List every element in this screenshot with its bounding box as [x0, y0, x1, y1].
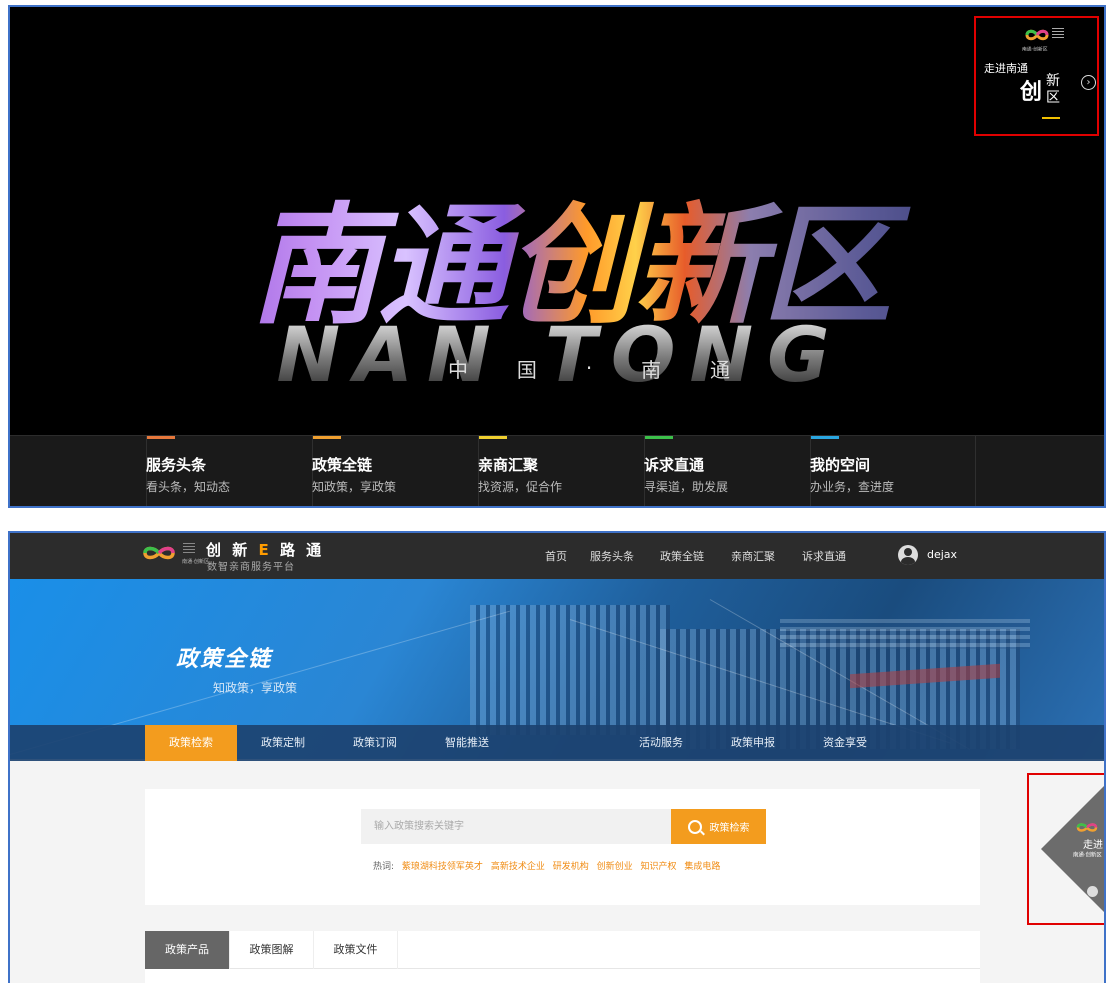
- brand-prefix: 创 新: [206, 541, 251, 559]
- nav-item-title: 政策全链: [312, 456, 373, 474]
- nav-accent-line: [811, 436, 839, 439]
- nav-item-subtitle: 寻渠道，助发展: [644, 480, 729, 494]
- tab-funding[interactable]: 资金享受: [799, 725, 891, 761]
- side-widget-subtitle: 南通·创新区: [1073, 851, 1102, 859]
- hot-words-label: 热词:: [373, 862, 395, 872]
- widget-logo-text: 南通·创新区: [1022, 46, 1048, 53]
- widget-underline: [1042, 117, 1060, 119]
- policy-search-button[interactable]: 政策检索: [671, 809, 766, 844]
- tab-policy-customize[interactable]: 政策定制: [237, 725, 329, 761]
- widget-big-char: 创: [1020, 80, 1043, 105]
- enter-innovation-zone-widget[interactable]: 南通·创新区 走进南通 创 新区 ›: [974, 16, 1099, 136]
- nav-item-title: 服务头条: [146, 456, 207, 474]
- search-icon: [687, 819, 702, 834]
- hero-cn-char: 中: [448, 357, 470, 382]
- tab-policy-products[interactable]: 政策产品: [145, 931, 230, 969]
- tab-policy-subscribe[interactable]: 政策订阅: [329, 725, 421, 761]
- user-name[interactable]: dejax: [927, 548, 957, 561]
- nav-item-title: 亲商汇聚: [478, 456, 539, 474]
- hero-cn-char: 南: [641, 357, 664, 382]
- logo-lines-icon: [183, 543, 195, 553]
- nav-item-title: 我的空间: [810, 456, 871, 474]
- nav-item-my-space[interactable]: 我的空间 办业务，查进度: [810, 436, 976, 506]
- infinity-logo-icon[interactable]: [141, 544, 177, 562]
- nav-accent-line: [645, 436, 673, 439]
- hot-words: 热词: 紫琅湖科技领军英才 高新技术企业 研发机构 创新创业 知识产权 集成电路: [373, 859, 720, 872]
- hot-word-link[interactable]: 知识产权: [640, 862, 676, 872]
- brand-suffix: 路 通: [279, 541, 325, 559]
- nav-accent-line: [147, 436, 175, 439]
- brand-e: E: [258, 541, 272, 559]
- topnav-home[interactable]: 首页: [545, 548, 567, 564]
- topnav-service-headlines[interactable]: 服务头条: [590, 548, 634, 564]
- chevron-right-icon[interactable]: ›: [1081, 75, 1096, 90]
- nav-item-subtitle: 找资源，促合作: [478, 480, 563, 494]
- tab-policy-files[interactable]: 政策文件: [314, 931, 398, 969]
- policy-page-panel: 南通·创新区 创 新 E 路 通 数智亲商服务平台 首页 服务头条 政策全链 亲…: [8, 531, 1106, 983]
- hot-word-link[interactable]: 创新创业: [597, 862, 633, 872]
- hot-word-link[interactable]: 紫琅湖科技领军英才: [402, 862, 483, 872]
- nav-item-business-gathering[interactable]: 亲商汇聚 找资源，促合作: [478, 436, 644, 506]
- nav-accent-line: [313, 436, 341, 439]
- nav-item-title: 诉求直通: [644, 456, 705, 474]
- policy-documents-card: 政策产品 政策图解 政策文件: [145, 931, 980, 983]
- brand-subtitle: 数智亲商服务平台: [207, 562, 295, 573]
- intro-panel: 南通创新区 NAN TONG 中 国 · 南 通 南通·创新区 走进南通 创 新…: [8, 5, 1106, 508]
- tab-policy-search[interactable]: 政策检索: [145, 725, 237, 761]
- nav-item-subtitle: 看头条，知动态: [146, 480, 231, 494]
- hero-cn-tagline: 中 国 · 南 通: [440, 350, 740, 386]
- infinity-logo-icon: [1025, 29, 1049, 41]
- search-button-label: 政策检索: [709, 823, 750, 834]
- topnav-policy-chain[interactable]: 政策全链: [660, 548, 704, 564]
- topnav-business-gathering[interactable]: 亲商汇聚: [731, 548, 775, 564]
- hero-title: 南通创新区: [160, 185, 980, 342]
- tab-policy-illustrations[interactable]: 政策图解: [230, 931, 314, 969]
- infinity-logo-icon: [1076, 823, 1098, 832]
- hero-cn-char: ·: [585, 356, 595, 380]
- widget-small-chars: 新区: [1046, 73, 1060, 106]
- side-widget-title: 走进: [1083, 840, 1103, 851]
- logo-lines-icon: [1052, 28, 1064, 40]
- nav-accent-line: [479, 436, 507, 439]
- banner-building: [470, 605, 670, 735]
- hot-word-link[interactable]: 集成电路: [684, 862, 720, 872]
- tab-smart-push[interactable]: 智能推送: [421, 725, 513, 761]
- brand-name: 创 新 E 路 通: [206, 539, 324, 560]
- hero-cn-char: 通: [709, 357, 732, 382]
- banner-building: [780, 619, 1030, 649]
- topnav-direct-appeal[interactable]: 诉求直通: [802, 548, 846, 564]
- hot-word-link[interactable]: 研发机构: [553, 862, 589, 872]
- hero-cn-char: 国: [516, 357, 539, 382]
- document-tabs: 政策产品 政策图解 政策文件: [145, 931, 980, 969]
- policy-tab-bar: 政策检索 政策定制 政策订阅 智能推送 活动服务 政策申报 资金享受: [10, 725, 1104, 761]
- nav-item-direct-appeal[interactable]: 诉求直通 寻渠道，助发展: [644, 436, 810, 506]
- policy-search-input[interactable]: [361, 809, 677, 844]
- banner-title: 政策全链: [176, 647, 273, 672]
- tab-activity-service[interactable]: 活动服务: [615, 725, 707, 761]
- nav-item-service-headlines[interactable]: 服务头条 看头条，知动态: [146, 436, 312, 506]
- tab-policy-apply[interactable]: 政策申报: [707, 725, 799, 761]
- enter-innovation-zone-side-widget[interactable]: 走进 南通·创新区: [1027, 773, 1104, 925]
- hot-word-link[interactable]: 高新技术企业: [491, 862, 545, 872]
- top-header: 南通·创新区 创 新 E 路 通 数智亲商服务平台 首页 服务头条 政策全链 亲…: [10, 533, 1104, 579]
- banner-subtitle: 知政策，享政策: [213, 681, 298, 695]
- chevron-right-icon[interactable]: [1087, 886, 1098, 897]
- intro-nav-bar: 服务头条 看头条，知动态 政策全链 知政策，享政策 亲商汇聚 找资源，促合作 诉…: [10, 435, 1104, 506]
- nav-item-subtitle: 办业务，查进度: [810, 480, 895, 494]
- nav-item-policy-chain[interactable]: 政策全链 知政策，享政策: [312, 436, 478, 506]
- user-avatar-icon[interactable]: [898, 545, 918, 565]
- nav-item-subtitle: 知政策，享政策: [312, 480, 397, 494]
- search-card: 政策检索 热词: 紫琅湖科技领军英才 高新技术企业 研发机构 创新创业 知识产权…: [145, 789, 980, 905]
